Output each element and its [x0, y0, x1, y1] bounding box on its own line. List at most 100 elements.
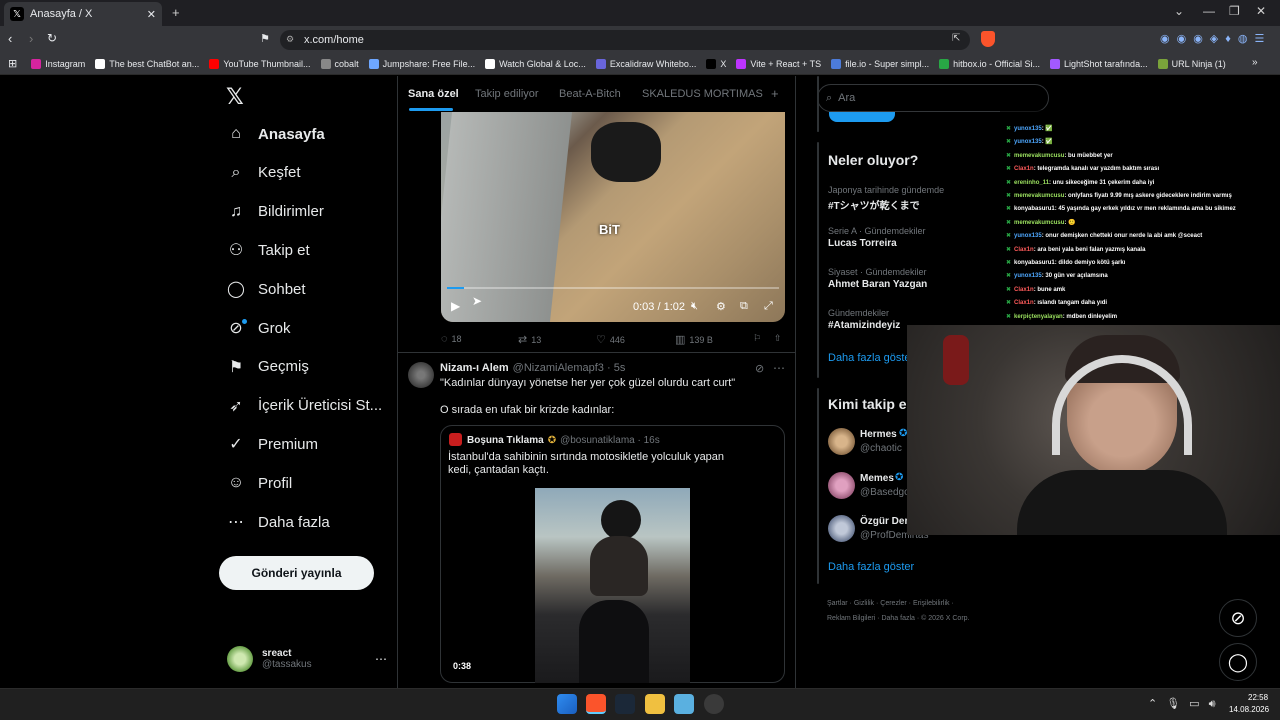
- nav-item-2[interactable]: ♫ Bildirimler: [226, 197, 324, 227]
- tab-following[interactable]: Takip ediliyor: [475, 88, 539, 100]
- author-name[interactable]: Nizam-ı Alem: [440, 362, 509, 374]
- follow-handle: @Basedgo: [860, 487, 910, 498]
- site-info-icon[interactable]: ⚙: [286, 34, 294, 45]
- nav-item-3[interactable]: ⚇ Takip et: [226, 235, 310, 265]
- search-input[interactable]: ⌕ Ara: [817, 84, 1049, 112]
- app-icon[interactable]: [674, 694, 694, 714]
- bookmark-item[interactable]: Excalidraw Whitebo...: [595, 58, 696, 69]
- nav-item-9[interactable]: ☺ Profil: [226, 468, 292, 498]
- nav-item-5[interactable]: ⊘ Grok: [226, 313, 290, 343]
- video-player[interactable]: BiT ▶ 0:03 / 1:02 🔇︎ ⚙ ⧉ ⤢: [441, 112, 785, 322]
- x-logo-icon[interactable]: 𝕏: [226, 84, 244, 110]
- clock-time[interactable]: 22:58: [1248, 693, 1268, 702]
- bookmark-item[interactable]: X: [706, 58, 726, 69]
- nav-item-6[interactable]: ⚑ Geçmiş: [226, 352, 309, 382]
- forward-icon[interactable]: ›: [29, 31, 33, 46]
- close-tab-icon[interactable]: ✕: [147, 8, 156, 21]
- views-button[interactable]: ▥ 139 B: [675, 333, 713, 346]
- extension-icons[interactable]: ◉◉◉◈♦◍☰: [1160, 32, 1271, 45]
- follow-name[interactable]: Hermes: [860, 429, 897, 440]
- quote-author-name: Boşuna Tıklama: [467, 435, 544, 446]
- trend-name[interactable]: Lucas Torreira: [828, 238, 897, 249]
- mute-icon[interactable]: 🔇︎: [691, 300, 698, 313]
- open-external-icon[interactable]: ⇱: [952, 33, 960, 44]
- account-switcher[interactable]: sreact @tassakus ⋯: [227, 643, 387, 675]
- avatar[interactable]: [828, 515, 855, 542]
- browser-tab[interactable]: 𝕏 Anasayfa / X ✕: [4, 2, 162, 26]
- back-icon[interactable]: ‹: [8, 31, 12, 46]
- nav-item-7[interactable]: ➶ İçerik Üreticisi St...: [226, 391, 382, 421]
- follow-name[interactable]: Memes: [860, 473, 894, 484]
- show-more-follow-link[interactable]: Daha fazla göster: [828, 561, 914, 573]
- address-bar[interactable]: x.com/home: [280, 30, 970, 50]
- play-icon[interactable]: ▶: [451, 299, 460, 313]
- add-tab-icon[interactable]: +: [771, 86, 779, 101]
- nav-item-10[interactable]: ⋯ Daha fazla: [226, 507, 330, 537]
- share-icon[interactable]: ⇧: [774, 333, 782, 344]
- nav-item-8[interactable]: ✓ Premium: [226, 429, 318, 459]
- tray-icons[interactable]: ⌃🎙︎▭🔊︎: [1148, 697, 1225, 711]
- maximize-icon[interactable]: ❐: [1229, 4, 1240, 18]
- nav-item-1[interactable]: ⌕ Keşfet: [226, 158, 301, 188]
- trend-name[interactable]: Ahmet Baran Yazgan: [828, 279, 927, 290]
- quote-video[interactable]: [535, 488, 690, 683]
- tab-list-1[interactable]: Beat-A-Bitch: [559, 88, 621, 100]
- clock-date[interactable]: 14.08.2026: [1229, 705, 1269, 714]
- bookmark-item[interactable]: file.io - Super simpl...: [831, 58, 929, 69]
- like-button[interactable]: ♡ 446: [596, 333, 625, 346]
- grok-fab-button[interactable]: ⊘: [1219, 599, 1257, 637]
- grok-icon[interactable]: ⊘: [755, 362, 764, 375]
- pip-icon[interactable]: ⧉: [740, 300, 748, 313]
- bookmark-item[interactable]: YouTube Thumbnail...: [209, 58, 311, 69]
- new-tab-icon[interactable]: +: [172, 5, 180, 20]
- video-progress-track[interactable]: [447, 287, 779, 289]
- footer-links[interactable]: Reklam Bilgileri · Daha fazla · © 2026 X…: [827, 615, 970, 622]
- avatar[interactable]: [828, 428, 855, 455]
- nav-item-0[interactable]: ⌂ Anasayfa: [226, 119, 325, 149]
- repost-button[interactable]: ⇄ 13: [518, 333, 541, 346]
- settings-icon[interactable]: ⚙: [716, 300, 726, 313]
- messages-fab-button[interactable]: ◯: [1219, 643, 1257, 681]
- close-window-icon[interactable]: ✕: [1256, 4, 1266, 18]
- follow-name[interactable]: Özgür Der: [860, 516, 908, 527]
- obs-icon[interactable]: [704, 694, 724, 714]
- reply-button[interactable]: ◌ 18: [441, 333, 462, 345]
- bookmark-item[interactable]: The best ChatBot an...: [95, 58, 199, 69]
- minimize-icon[interactable]: —: [1203, 4, 1215, 18]
- tab-list-2[interactable]: SKALEDUS MORTIMAS: [642, 88, 763, 100]
- subscribe-button[interactable]: [829, 112, 895, 122]
- bookmark-item[interactable]: LightShot tarafında...: [1050, 58, 1148, 69]
- who-to-follow-title: Kimi takip e: [828, 396, 907, 412]
- nav-item-4[interactable]: ◯ Sohbet: [226, 274, 306, 304]
- bookmark-page-icon[interactable]: ⚑: [260, 32, 270, 45]
- brave-icon[interactable]: [586, 694, 606, 714]
- reload-icon[interactable]: ↻: [47, 31, 57, 45]
- bookmarks-overflow-icon[interactable]: »: [1252, 57, 1258, 68]
- brave-shield-icon[interactable]: [981, 31, 995, 47]
- avatar[interactable]: [408, 362, 434, 388]
- show-more-trends-link[interactable]: Daha fazla göster: [828, 352, 914, 364]
- tab-for-you[interactable]: Sana özel: [408, 88, 459, 100]
- bookmark-item[interactable]: hitbox.io - Official Si...: [939, 58, 1040, 69]
- bookmark-item[interactable]: URL Ninja (1): [1157, 58, 1226, 69]
- steam-icon[interactable]: [615, 694, 635, 714]
- footer-links[interactable]: Şartlar · Gizlilik · Çerezler · Erişileb…: [827, 600, 954, 607]
- bookmark-item[interactable]: Jumpshare: Free File...: [368, 58, 475, 69]
- bookmark-item[interactable]: Watch Global & Loc...: [485, 58, 586, 69]
- bookmark-item[interactable]: Instagram: [31, 58, 85, 69]
- post-button[interactable]: Gönderi yayınla: [219, 556, 374, 590]
- start-icon[interactable]: [557, 694, 577, 714]
- tweet-more-icon[interactable]: ⋯: [773, 361, 785, 375]
- bookmark-item[interactable]: cobalt: [320, 58, 359, 69]
- trend-name[interactable]: #Atamizindeyiz: [828, 320, 900, 331]
- trend-name[interactable]: #Tシャツが乾くまで: [828, 197, 920, 212]
- bookmark-tweet-icon[interactable]: ⚐: [753, 333, 761, 344]
- author-handle[interactable]: @NizamiAlemapf3 · 5s: [513, 362, 626, 374]
- tab-list-icon[interactable]: ⌄: [1174, 4, 1184, 18]
- account-more-icon[interactable]: ⋯: [375, 652, 387, 666]
- apps-icon[interactable]: ⊞: [8, 57, 17, 70]
- avatar[interactable]: [828, 472, 855, 499]
- fullscreen-icon[interactable]: ⤢: [764, 300, 773, 313]
- file-explorer-icon[interactable]: [645, 694, 665, 714]
- bookmark-item[interactable]: Vite + React + TS: [736, 58, 821, 69]
